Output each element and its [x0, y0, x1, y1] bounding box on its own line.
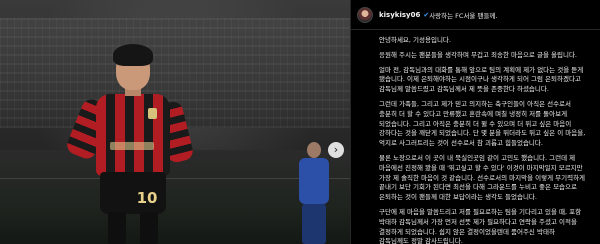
background-player-shirt	[299, 158, 329, 204]
caption-paragraph: 얼마 전, 감독님과의 대화를 통해 앞으로 팀의 계획에 제가 없다는 것을 …	[379, 65, 584, 94]
player-right-leg	[140, 212, 158, 244]
post-photo[interactable]: 10 ›	[0, 0, 350, 244]
caption-paragraph: 물론 노장으로서 이 곳이 내 묵실인곳임 같이 고민도 했습니다. 그런데 제…	[379, 153, 586, 202]
caption-paragraph: 구단에 제 마음을 말씀드리고 저를 필요로하는 팀을 기다리고 있을 때, 포…	[379, 207, 582, 244]
background-player-head	[307, 142, 321, 158]
caption-paragraph: 안녕하세요, 기성용입니다.	[379, 36, 451, 44]
sponsor-logo	[110, 142, 154, 150]
player-hair	[113, 44, 153, 66]
soccer-player: 10	[64, 42, 195, 244]
background-player	[296, 142, 332, 244]
player-jersey	[96, 94, 170, 176]
club-badge-icon	[148, 108, 157, 119]
avatar[interactable]	[357, 6, 373, 23]
caption-pane: kisykisy06 ✔ 사랑하는 FC서울 팬들께. 안녕하세요, 기성용입니…	[350, 0, 600, 244]
player-left-leg	[108, 212, 126, 244]
jersey-number: 10	[136, 189, 158, 207]
caption-body: 안녕하세요, 기성용입니다. 응원해 주시는 팬분들을 생각하며 무겁고 죄송한…	[351, 30, 600, 244]
background-player-legs	[302, 204, 326, 244]
post-header: kisykisy06 ✔ 사랑하는 FC서울 팬들께.	[351, 0, 600, 30]
username-link[interactable]: kisykisy06	[379, 11, 420, 19]
caption-paragraph: 그런데 가족들, 그리고 제가 믿고 의지하는 축구인들이 아직은 선수로서 충…	[379, 99, 586, 148]
header-caption: 사랑하는 FC서울 팬들께.	[429, 11, 498, 20]
instagram-post: 10 › kisykisy06 ✔ 사랑하는 FC서울 팬들께. 안녕하세요, …	[0, 0, 600, 244]
caption-paragraph: 응원해 주시는 팬분들을 생각하며 무겁고 죄송한 마음으로 글을 올립니다.	[379, 50, 577, 59]
chevron-right-icon[interactable]: ›	[328, 142, 344, 158]
